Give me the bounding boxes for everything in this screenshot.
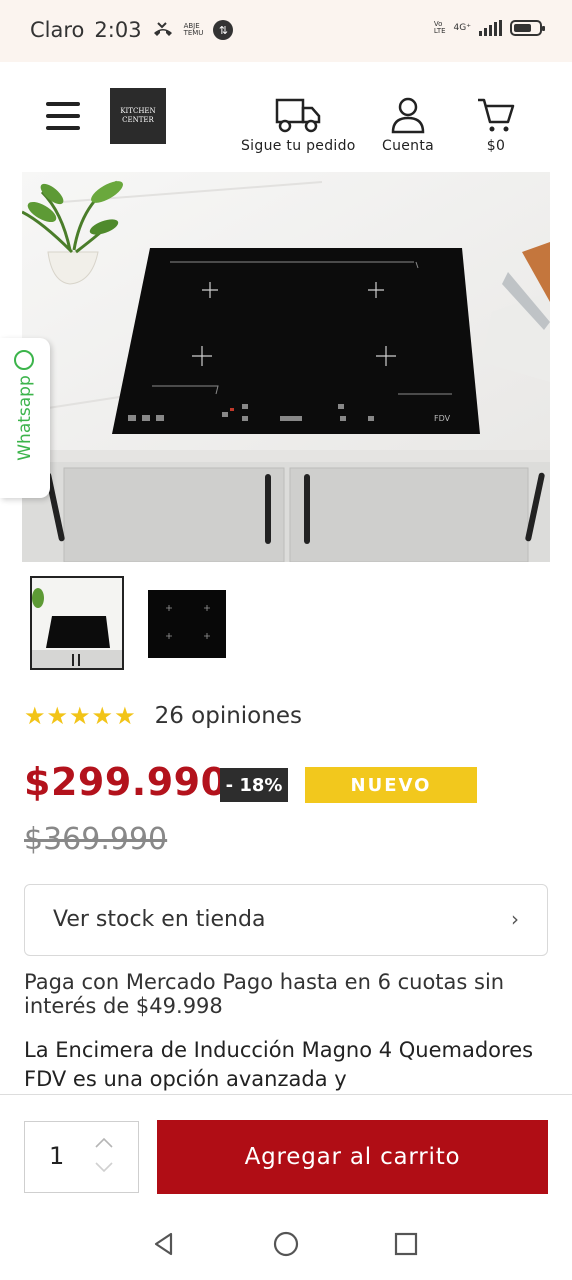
- current-price: $299.990: [24, 760, 228, 804]
- cart-total: $0: [486, 138, 506, 154]
- payment-info: Paga con Mercado Pago hasta en 6 cuotas …: [24, 970, 505, 1018]
- status-left: Claro 2:03 ABJE TEMU ⇅: [30, 18, 234, 42]
- cooktop-brand-mark: FDV: [434, 414, 451, 423]
- cart-button[interactable]: $0: [476, 96, 516, 154]
- mini-text-2: TEMU: [183, 29, 204, 37]
- review-count[interactable]: 26 opiniones: [155, 703, 302, 729]
- whatsapp-label: Whatsapp: [15, 375, 35, 461]
- cart-icon: [478, 98, 515, 132]
- quantity-stepper[interactable]: 1: [24, 1121, 139, 1193]
- recents-icon: [394, 1232, 418, 1256]
- kitchen-center-logo[interactable]: KITCHEN CENTER: [110, 88, 166, 144]
- track-order-label: Sigue tu pedido: [241, 138, 356, 154]
- account-label: Cuenta: [382, 138, 435, 154]
- status-right: Vo LTE 4G⁺: [434, 20, 545, 36]
- recents-button[interactable]: [386, 1224, 426, 1264]
- logo-line-1: KITCHEN: [120, 107, 156, 115]
- add-to-cart-button[interactable]: Agregar al carrito: [157, 1120, 548, 1194]
- thumbnail-2-image: [142, 576, 236, 670]
- decrement-icon[interactable]: [93, 1160, 115, 1174]
- track-order-button[interactable]: Sigue tu pedido: [241, 96, 356, 154]
- user-icon: [391, 97, 425, 134]
- missed-call-icon: [153, 22, 172, 36]
- add-to-cart-bar: 1 Agregar al carrito: [0, 1094, 572, 1205]
- network-type: 4G⁺: [453, 23, 471, 33]
- truck-icon: [276, 98, 321, 133]
- cooktop-photo: FDV: [22, 172, 550, 562]
- logo-line-2: CENTER: [122, 116, 154, 124]
- original-price: $369.990: [24, 822, 168, 857]
- thumbnail-2[interactable]: [142, 576, 236, 670]
- home-icon: [273, 1231, 299, 1257]
- menu-icon[interactable]: [46, 102, 80, 130]
- carrier-label: Claro: [30, 18, 85, 42]
- store-stock-button[interactable]: Ver stock en tienda ›: [24, 884, 548, 956]
- back-icon: [154, 1232, 173, 1256]
- data-saver-icon: ⇅: [213, 20, 234, 40]
- product-description: La Encimera de Inducción Magno 4 Quemado…: [24, 1038, 534, 1091]
- battery-icon: [510, 20, 545, 36]
- home-button[interactable]: [266, 1224, 306, 1264]
- notification-mini: ABJE TEMU: [184, 23, 204, 37]
- product-rating[interactable]: ★★★★★ 26 opiniones: [24, 702, 302, 730]
- site-header: KITCHEN CENTER Sigue tu pedido Cuenta $0: [0, 62, 572, 170]
- volte-indicator: Vo LTE: [434, 21, 446, 35]
- product-main-image[interactable]: FDV: [22, 172, 550, 562]
- thumbnail-1[interactable]: [30, 576, 124, 670]
- discount-badge: - 18%: [220, 768, 288, 802]
- status-bar: Claro 2:03 ABJE TEMU ⇅ Vo LTE 4G⁺: [0, 0, 572, 62]
- whatsapp-button[interactable]: Whatsapp: [0, 338, 50, 498]
- increment-icon[interactable]: [93, 1136, 115, 1150]
- clock: 2:03: [94, 18, 142, 42]
- account-button[interactable]: Cuenta: [382, 96, 434, 154]
- chevron-right-icon: ›: [511, 907, 519, 931]
- quantity-value[interactable]: 1: [49, 1142, 64, 1170]
- new-badge: NUEVO: [305, 767, 477, 803]
- thumbnail-1-image: [32, 578, 122, 668]
- system-nav-bar: [0, 1204, 572, 1280]
- whatsapp-icon: [14, 350, 34, 370]
- signal-icon: [479, 20, 502, 36]
- volte-bottom: LTE: [433, 27, 446, 35]
- rating-stars: ★★★★★: [24, 702, 137, 730]
- store-stock-label: Ver stock en tienda: [53, 907, 266, 932]
- back-button[interactable]: [144, 1224, 184, 1264]
